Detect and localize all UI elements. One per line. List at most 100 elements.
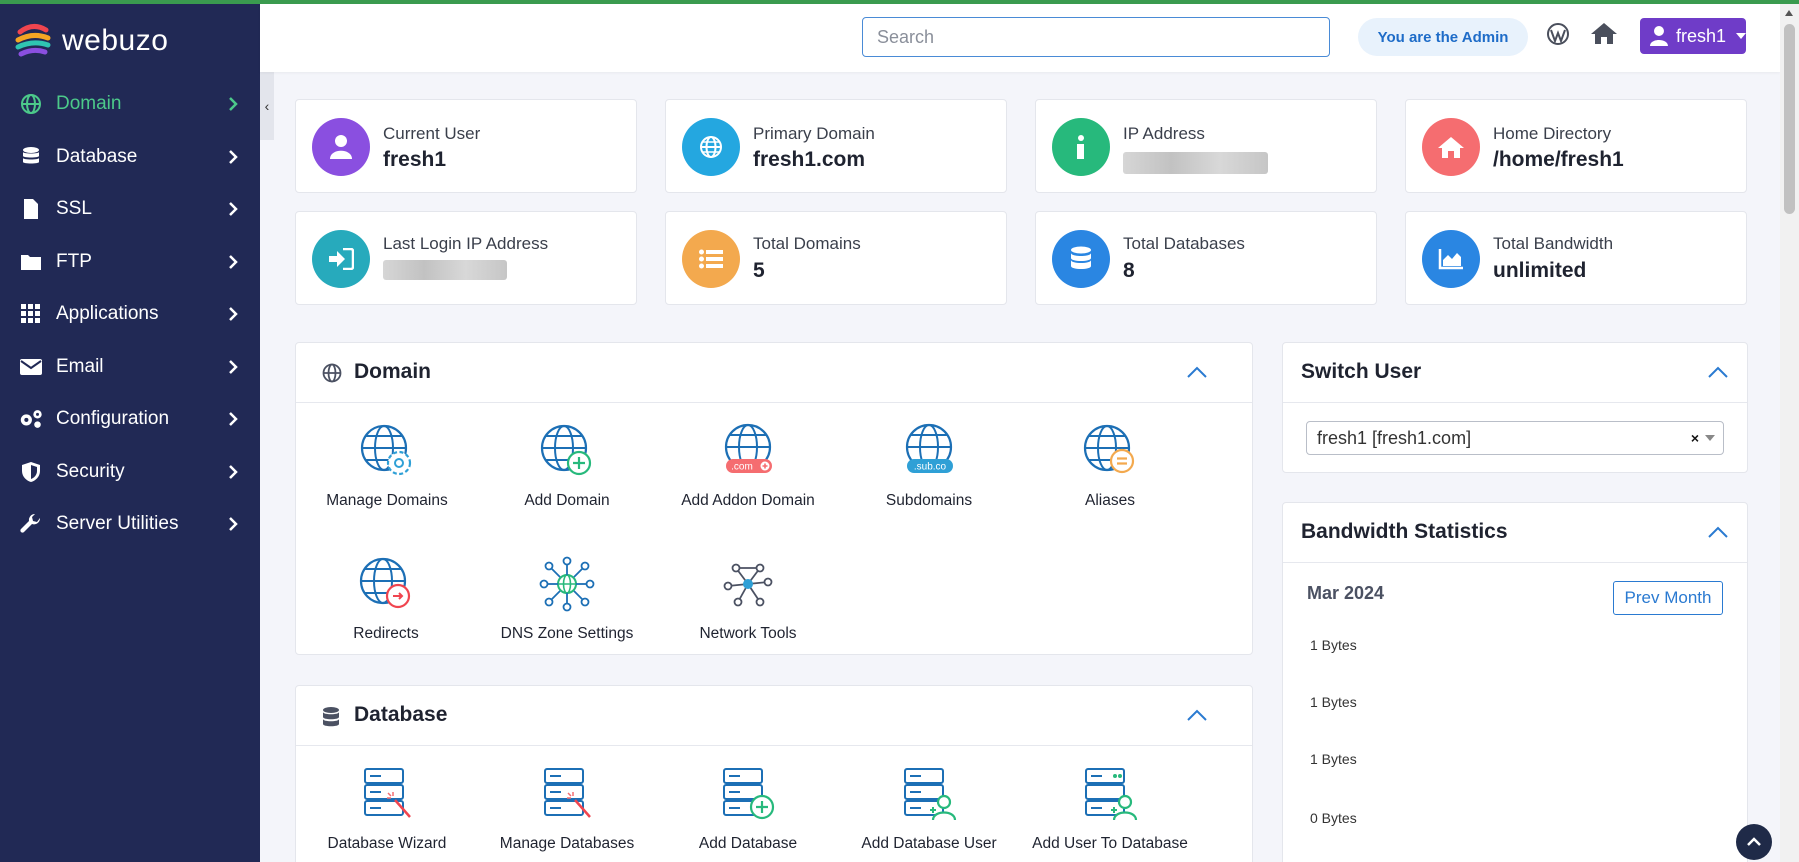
top-accent-line [0,0,1799,4]
sidebar-item-label: FTP [56,250,92,272]
tile-manage-databases[interactable]: Manage Databases [477,766,657,854]
tile-label: Add Domain [524,492,610,509]
tile-dns-zone-settings[interactable]: DNS Zone Settings [477,556,657,644]
sidebar-item-domain[interactable]: Domain [0,78,260,131]
user-icon [1650,26,1668,46]
stat-card-current-user: Current User fresh1 [295,99,637,193]
home-icon[interactable] [1590,21,1618,45]
sidebar-item-applications[interactable]: Applications [0,288,260,341]
database-panel: Database Database Wizard Manage Database… [295,685,1253,862]
chevron-up-icon[interactable] [1186,708,1208,722]
database-manage-icon [544,768,591,818]
gears-icon [18,408,44,430]
globe-alias-icon [1083,424,1135,474]
info-icon [1052,118,1110,176]
sidebar-item-configuration[interactable]: Configuration [0,393,260,446]
stat-value: fresh1.com [753,148,866,171]
stat-card-primary-domain: Primary Domain fresh1.com [665,99,1007,193]
stat-value: unlimited [1493,259,1587,282]
sidebar-collapse-toggle[interactable]: ‹ [260,72,274,140]
bandwidth-axis-tick: 1 Bytes [1310,637,1357,653]
tile-aliases[interactable]: Aliases [1020,423,1200,511]
chevron-right-icon [229,307,238,322]
stat-card-total-databases: Total Databases 8 [1035,211,1377,305]
file-icon [18,198,44,220]
chevron-up-icon [1747,837,1761,846]
sidebar-item-ssl[interactable]: SSL [0,183,260,236]
tile-database-wizard[interactable]: Database Wizard [297,766,477,854]
sidebar-item-ftp[interactable]: FTP [0,236,260,289]
tile-badge: .sub.co [914,462,947,473]
chevron-up-icon[interactable] [1707,365,1729,379]
user-menu-button[interactable]: fresh1 [1640,18,1746,54]
stat-label: Total Bandwidth [1493,234,1614,253]
sidebar-item-email[interactable]: Email [0,341,260,394]
switch-user-panel: Switch User fresh1 [fresh1.com] × [1282,342,1748,473]
sidebar-item-label: Email [56,355,104,377]
sidebar-item-server-utilities[interactable]: Server Utilities [0,498,260,551]
sidebar-item-label: Domain [56,93,122,115]
sidebar-item-security[interactable]: Security [0,446,260,499]
globe-icon [682,118,740,176]
tile-label: Add Database User [861,835,997,852]
stat-value: 5 [753,259,765,282]
panel-title: Bandwidth Statistics [1301,520,1508,543]
tile-label: DNS Zone Settings [500,625,634,642]
tile-add-user-to-database[interactable]: Add User To Database [1020,766,1200,854]
dropdown-arrow-icon[interactable] [1705,435,1715,441]
tile-label: Network Tools [699,625,797,642]
sign-in-icon [312,230,370,288]
tile-redirects[interactable]: Redirects [296,556,476,644]
tile-label: Add User To Database [1032,835,1188,852]
bandwidth-panel: Bandwidth Statistics Mar 2024 Prev Month… [1282,502,1748,862]
tile-add-addon-domain[interactable]: .com Add Addon Domain [658,423,838,511]
tile-subdomains[interactable]: .sub.co Subdomains [839,423,1019,511]
wrench-icon [18,513,44,535]
globe-subdomain-icon: .sub.co [905,423,953,473]
tile-add-database[interactable]: Add Database [658,766,838,854]
switch-user-select[interactable]: fresh1 [fresh1.com] × [1306,421,1724,455]
page-scrollbar[interactable] [1780,4,1799,862]
tile-manage-domains[interactable]: Manage Domains [297,423,477,511]
sidebar-item-label: Server Utilities [56,513,179,535]
tile-network-tools[interactable]: Network Tools [658,556,838,644]
panel-divider [1283,402,1747,403]
tile-badge: .com [731,462,753,473]
envelope-icon [18,356,44,378]
stat-label: Primary Domain [753,124,875,143]
tile-add-database-user[interactable]: Add Database User [839,766,1019,854]
chevron-up-icon[interactable] [1186,365,1208,379]
chevron-right-icon [229,517,238,532]
bandwidth-month: Mar 2024 [1307,583,1385,603]
search-input[interactable] [862,17,1330,57]
wordpress-icon[interactable] [1546,22,1570,46]
stat-card-last-login-ip: Last Login IP Address [295,211,637,305]
collapse-glyph: ‹ [264,98,270,114]
database-wizard-icon [364,768,411,818]
dns-network-icon [539,556,595,612]
sidebar-item-label: SSL [56,198,92,220]
database-plus-icon [723,768,775,820]
scroll-thumb[interactable] [1784,24,1795,214]
tile-label: Manage Databases [499,835,635,852]
brand-logo[interactable]: webuzo [0,4,260,78]
scroll-up-arrow-icon[interactable] [1785,10,1793,16]
stat-card-home-directory: Home Directory /home/fresh1 [1405,99,1747,193]
stat-label: Total Domains [753,234,861,253]
chevron-up-icon[interactable] [1707,525,1729,539]
globe-redirect-icon [359,557,411,609]
globe-com-icon: .com [724,423,772,473]
top-header: You are the Admin fresh1 [260,4,1780,72]
tile-label: Add Database [698,835,798,852]
panel-title: Switch User [1301,360,1422,383]
home-icon [1422,118,1480,176]
user-menu-label: fresh1 [1675,25,1726,46]
database-icon [18,146,44,168]
scroll-to-top-button[interactable] [1736,824,1772,860]
admin-badge[interactable]: You are the Admin [1358,18,1528,56]
stat-value: fresh1 [383,148,447,171]
tile-add-domain[interactable]: Add Domain [477,423,657,511]
prev-month-button[interactable]: Prev Month [1613,581,1723,615]
clear-selection-icon[interactable]: × [1691,430,1699,446]
sidebar-item-database[interactable]: Database [0,131,260,184]
